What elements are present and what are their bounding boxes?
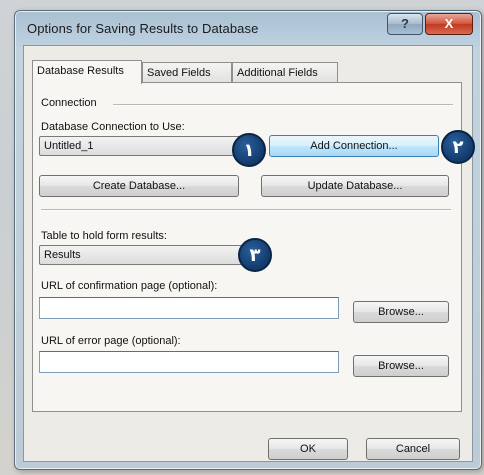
table-select[interactable]: Results	[39, 245, 251, 265]
title-bar: Options for Saving Results to Database ?…	[15, 11, 481, 45]
section-divider	[41, 209, 451, 211]
confirmation-url-label: URL of confirmation page (optional):	[41, 280, 218, 292]
help-button[interactable]: ?	[387, 13, 423, 35]
db-connection-value: Untitled_1	[44, 140, 94, 152]
db-connection-label: Database Connection to Use:	[41, 121, 185, 133]
table-value: Results	[44, 249, 81, 261]
error-url-label: URL of error page (optional):	[41, 335, 181, 347]
close-button[interactable]: X	[425, 13, 473, 35]
ok-button[interactable]: OK	[268, 438, 348, 460]
cancel-button[interactable]: Cancel	[366, 438, 460, 460]
add-connection-button[interactable]: Add Connection...	[269, 135, 439, 157]
confirmation-url-input[interactable]	[39, 297, 339, 319]
connection-group-divider	[113, 104, 453, 106]
table-label: Table to hold form results:	[41, 230, 167, 242]
tab-additional-fields[interactable]: Additional Fields	[232, 62, 338, 82]
callout-badge-3: ٣	[238, 238, 272, 272]
connection-group-label: Connection	[41, 97, 97, 109]
callout-badge-1: ١	[232, 133, 266, 167]
create-database-button[interactable]: Create Database...	[39, 175, 239, 197]
dialog-title: Options for Saving Results to Database	[27, 21, 259, 36]
callout-badge-2: ٢	[441, 130, 475, 164]
update-database-button[interactable]: Update Database...	[261, 175, 449, 197]
db-connection-select[interactable]: Untitled_1	[39, 136, 251, 156]
tab-saved-fields[interactable]: Saved Fields	[142, 62, 232, 82]
error-browse-button[interactable]: Browse...	[353, 355, 449, 377]
confirmation-browse-button[interactable]: Browse...	[353, 301, 449, 323]
tab-database-results[interactable]: Database Results	[32, 60, 142, 84]
dialog-footer: OK Cancel	[32, 418, 462, 460]
error-url-input[interactable]	[39, 351, 339, 373]
screenshot-stage: Options for Saving Results to Database ?…	[0, 0, 484, 475]
